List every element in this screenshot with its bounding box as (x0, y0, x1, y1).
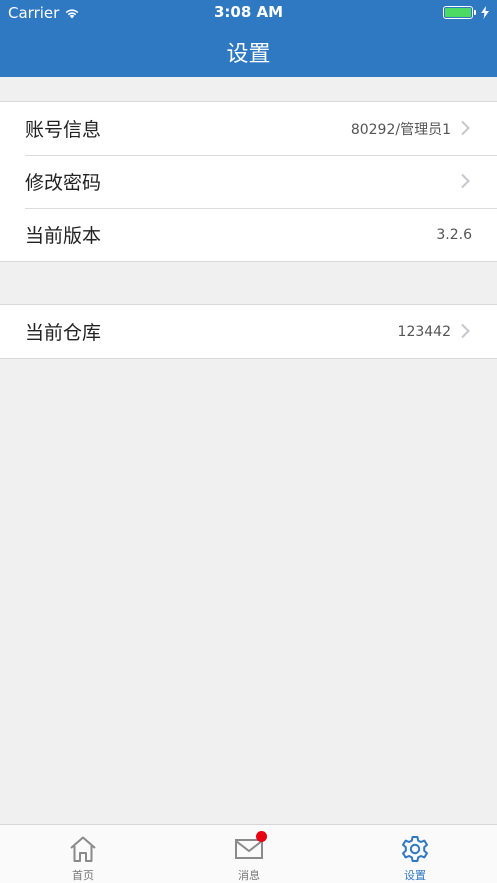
row-current-version: 当前版本 3.2.6 (0, 208, 497, 261)
row-label: 账号信息 (25, 119, 102, 141)
header: Carrier 3:08 AM 设置 (0, 0, 497, 77)
chevron-right-icon (461, 120, 470, 136)
chevron-right-icon (461, 173, 470, 189)
row-current-warehouse[interactable]: 当前仓库 123442 (0, 305, 497, 358)
tab-messages[interactable]: 消息 (166, 825, 332, 883)
notification-badge (256, 831, 267, 842)
tab-settings[interactable]: 设置 (332, 825, 497, 883)
tab-label: 首页 (72, 869, 94, 882)
settings-group-account: 账号信息 80292/管理员1 修改密码 当前版本 3.2.6 (0, 101, 497, 262)
status-bar: Carrier 3:08 AM (0, 0, 497, 26)
home-icon (70, 836, 96, 862)
row-value: 3.2.6 (436, 226, 472, 243)
tab-label: 设置 (404, 869, 426, 882)
row-value: 80292/管理员1 (350, 121, 451, 138)
status-time: 3:08 AM (213, 3, 284, 21)
tab-home[interactable]: 首页 (0, 825, 166, 883)
row-label: 当前仓库 (25, 322, 102, 344)
row-value: 123442 (397, 323, 451, 340)
row-label: 修改密码 (25, 172, 102, 194)
battery-icon (443, 6, 476, 19)
row-change-password[interactable]: 修改密码 (0, 155, 497, 208)
gear-icon (402, 836, 428, 862)
settings-group-warehouse: 当前仓库 123442 (0, 304, 497, 359)
tab-label: 消息 (238, 869, 260, 882)
page-title: 设置 (226, 42, 271, 67)
charging-icon (481, 6, 489, 19)
tab-bar: 首页 消息 设置 (0, 824, 497, 883)
row-label: 当前版本 (25, 225, 102, 247)
status-right (443, 6, 489, 19)
row-account-info[interactable]: 账号信息 80292/管理员1 (0, 102, 497, 155)
chevron-right-icon (461, 323, 470, 339)
